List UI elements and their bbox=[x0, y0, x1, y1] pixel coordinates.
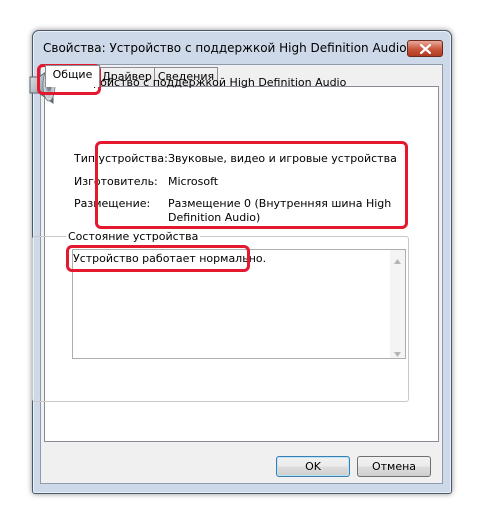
tab-general[interactable]: Общие bbox=[45, 65, 100, 87]
device-status-text: Устройство работает нормально. bbox=[73, 252, 267, 265]
location-value-line2: Definition Audio) bbox=[168, 211, 261, 224]
manufacturer-label: Изготовитель: bbox=[74, 175, 158, 188]
ok-button-label: OK bbox=[305, 460, 321, 473]
close-button[interactable] bbox=[407, 40, 443, 57]
title-bar[interactable]: Свойства: Устройство с поддержкой High D… bbox=[33, 31, 451, 65]
device-type-value: Звуковые, видео и игровые устройства bbox=[168, 152, 397, 165]
cancel-button[interactable]: Отмена bbox=[357, 456, 431, 477]
device-status-title: Состояние устройства bbox=[66, 230, 201, 243]
cancel-button-label: Отмена bbox=[371, 460, 417, 473]
window-title: Свойства: Устройство с поддержкой High D… bbox=[43, 41, 407, 55]
device-status-textbox[interactable] bbox=[72, 249, 406, 359]
scroll-down-icon[interactable] bbox=[394, 347, 401, 360]
device-name: Устройство с поддержкой High Definition … bbox=[74, 76, 347, 89]
status-scrollbar[interactable] bbox=[390, 250, 405, 358]
tab-general-label: Общие bbox=[52, 68, 93, 81]
scroll-up-icon[interactable] bbox=[394, 254, 401, 267]
location-label: Размещение: bbox=[74, 197, 151, 210]
location-value-line1: Размещение 0 (Внутренняя шина High bbox=[168, 197, 392, 210]
device-type-label: Тип устройства: bbox=[74, 152, 168, 165]
manufacturer-value: Microsoft bbox=[168, 175, 219, 188]
ok-button[interactable]: OK bbox=[276, 456, 350, 477]
